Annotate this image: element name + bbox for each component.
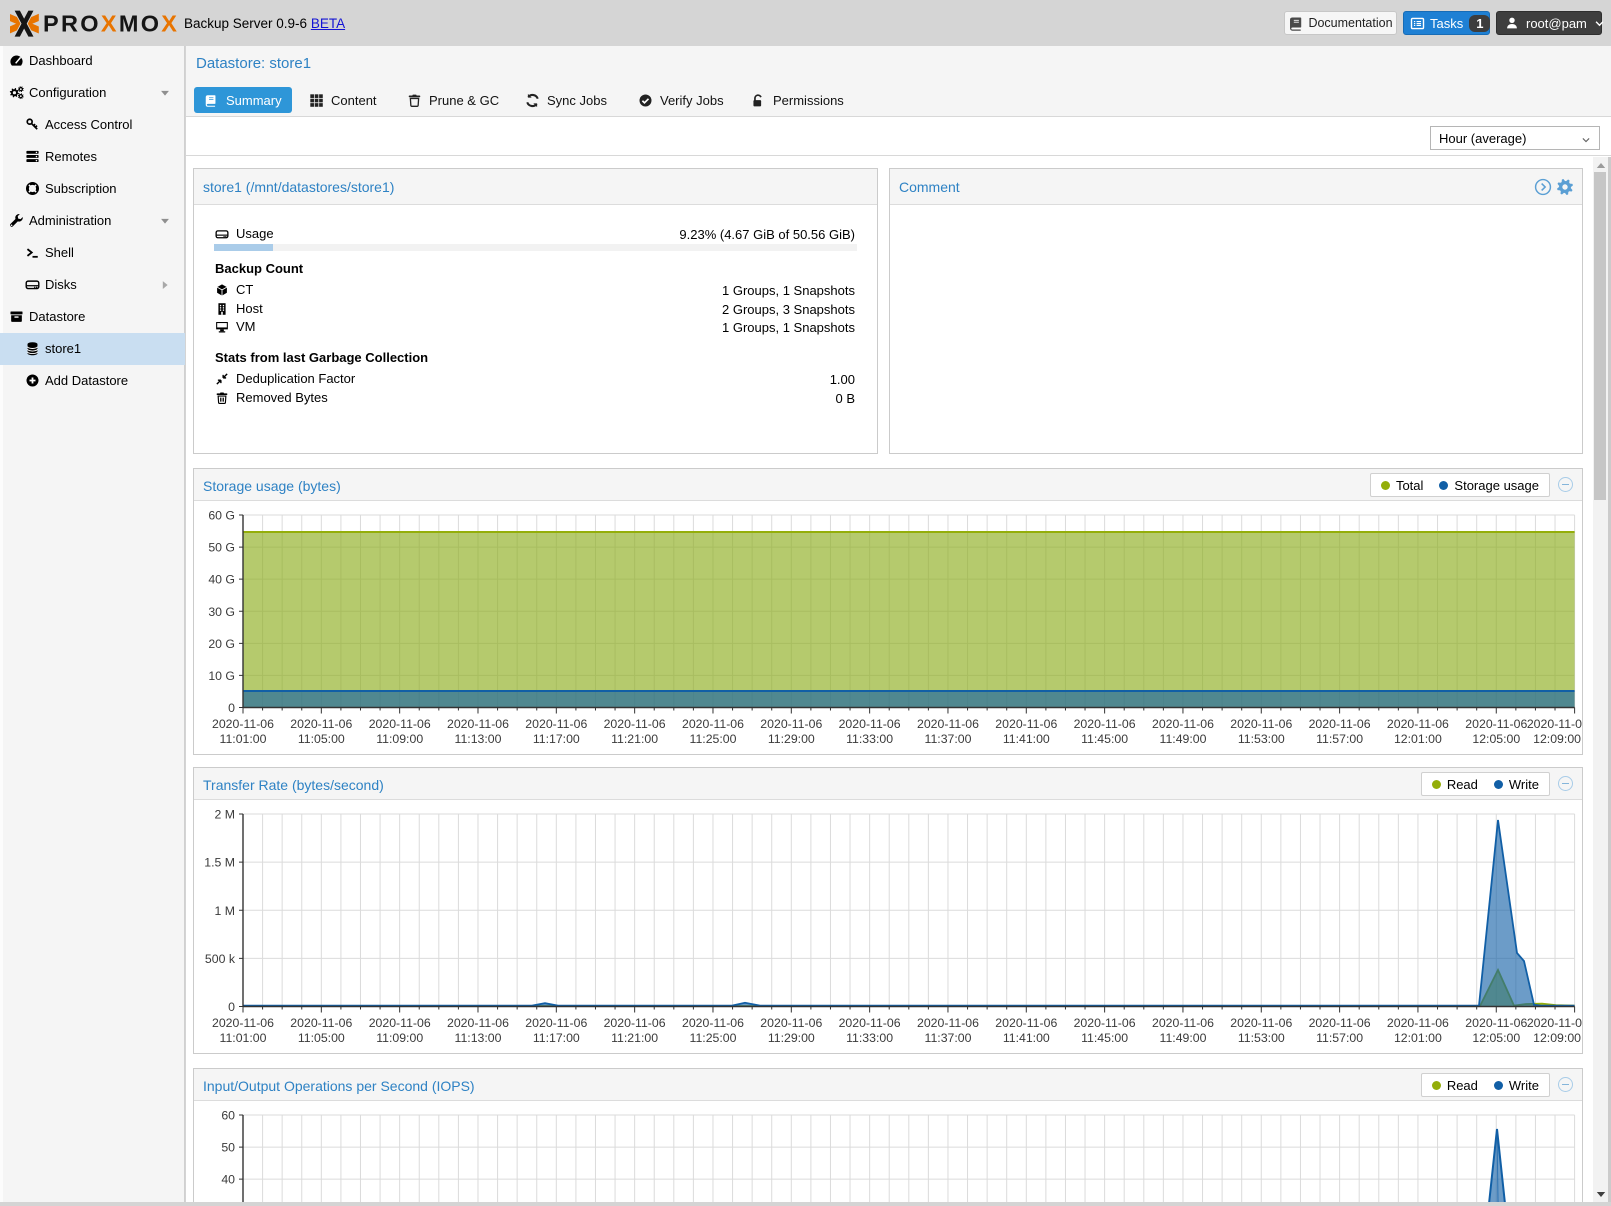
svg-text:2020-11-06: 2020-11-06 <box>1387 717 1449 731</box>
svg-text:2020-11-06: 2020-11-06 <box>447 717 509 731</box>
svg-text:11:37:00: 11:37:00 <box>925 1031 972 1045</box>
svg-text:11:25:00: 11:25:00 <box>690 1031 737 1045</box>
svg-text:2020-11-06: 2020-11-06 <box>1152 1016 1214 1030</box>
svg-text:11:13:00: 11:13:00 <box>455 1031 502 1045</box>
svg-text:2020-11-06: 2020-11-06 <box>1387 1016 1449 1030</box>
svg-text:50: 50 <box>221 1141 235 1155</box>
svg-text:11:25:00: 11:25:00 <box>690 732 737 746</box>
svg-text:11:45:00: 11:45:00 <box>1081 1031 1128 1045</box>
svg-text:2020-11-06: 2020-11-06 <box>1152 717 1214 731</box>
svg-text:2020-11-06: 2020-11-06 <box>212 1016 274 1030</box>
svg-text:11:29:00: 11:29:00 <box>768 732 815 746</box>
svg-text:11:13:00: 11:13:00 <box>455 732 502 746</box>
svg-text:2020-11-06: 2020-11-06 <box>290 1016 352 1030</box>
svg-text:11:49:00: 11:49:00 <box>1160 732 1207 746</box>
svg-text:1.5 M: 1.5 M <box>204 856 235 870</box>
svg-text:2020-11-06: 2020-11-06 <box>995 1016 1057 1030</box>
svg-text:11:05:00: 11:05:00 <box>298 1031 345 1045</box>
svg-text:2020-11-06: 2020-11-06 <box>1465 1016 1527 1030</box>
svg-text:2020-11-0: 2020-11-0 <box>1527 717 1582 731</box>
svg-text:40: 40 <box>221 1173 235 1187</box>
svg-text:2020-11-06: 2020-11-06 <box>839 717 901 731</box>
svg-text:11:01:00: 11:01:00 <box>220 1031 267 1045</box>
svg-text:PROXMOX: PROXMOX <box>43 11 179 37</box>
svg-text:2020-11-06: 2020-11-06 <box>1309 1016 1371 1030</box>
svg-text:11:33:00: 11:33:00 <box>846 732 893 746</box>
svg-text:2020-11-06: 2020-11-06 <box>995 717 1057 731</box>
svg-text:60 G: 60 G <box>208 509 235 523</box>
svg-text:11:09:00: 11:09:00 <box>376 732 423 746</box>
svg-text:11:17:00: 11:17:00 <box>533 732 580 746</box>
svg-text:2020-11-06: 2020-11-06 <box>290 717 352 731</box>
svg-text:2020-11-0: 2020-11-0 <box>1527 1016 1582 1030</box>
svg-text:2020-11-06: 2020-11-06 <box>1465 717 1527 731</box>
svg-text:2020-11-06: 2020-11-06 <box>604 717 666 731</box>
svg-text:2020-11-06: 2020-11-06 <box>682 1016 744 1030</box>
svg-text:2020-11-06: 2020-11-06 <box>917 1016 979 1030</box>
svg-text:11:41:00: 11:41:00 <box>1003 1031 1050 1045</box>
svg-text:2020-11-06: 2020-11-06 <box>212 717 274 731</box>
svg-text:2020-11-06: 2020-11-06 <box>525 717 587 731</box>
svg-text:11:21:00: 11:21:00 <box>611 732 658 746</box>
svg-text:2020-11-06: 2020-11-06 <box>1230 717 1292 731</box>
svg-text:0: 0 <box>228 701 235 715</box>
svg-text:2020-11-06: 2020-11-06 <box>369 1016 431 1030</box>
svg-text:2020-11-06: 2020-11-06 <box>1309 717 1371 731</box>
svg-text:11:21:00: 11:21:00 <box>611 1031 658 1045</box>
svg-text:12:05:00: 12:05:00 <box>1472 1031 1520 1045</box>
svg-text:2020-11-06: 2020-11-06 <box>760 1016 822 1030</box>
svg-text:2020-11-06: 2020-11-06 <box>760 717 822 731</box>
svg-text:2020-11-06: 2020-11-06 <box>525 1016 587 1030</box>
svg-text:11:49:00: 11:49:00 <box>1160 1031 1207 1045</box>
svg-text:11:45:00: 11:45:00 <box>1081 732 1128 746</box>
svg-text:2020-11-06: 2020-11-06 <box>839 1016 901 1030</box>
svg-text:11:53:00: 11:53:00 <box>1238 732 1285 746</box>
svg-text:11:05:00: 11:05:00 <box>298 732 345 746</box>
svg-text:2020-11-06: 2020-11-06 <box>369 717 431 731</box>
svg-text:12:01:00: 12:01:00 <box>1394 732 1442 746</box>
svg-text:2020-11-06: 2020-11-06 <box>917 717 979 731</box>
svg-text:2020-11-06: 2020-11-06 <box>682 717 744 731</box>
svg-text:20 G: 20 G <box>208 637 235 651</box>
svg-text:50 G: 50 G <box>208 541 235 555</box>
svg-text:11:01:00: 11:01:00 <box>220 732 267 746</box>
svg-text:1 M: 1 M <box>215 904 236 918</box>
svg-text:2020-11-06: 2020-11-06 <box>1074 717 1136 731</box>
svg-text:40 G: 40 G <box>208 573 235 587</box>
svg-text:60: 60 <box>221 1109 235 1123</box>
svg-text:30 G: 30 G <box>208 605 235 619</box>
svg-text:12:05:00: 12:05:00 <box>1472 732 1520 746</box>
svg-text:10 G: 10 G <box>208 669 235 683</box>
svg-text:2020-11-06: 2020-11-06 <box>447 1016 509 1030</box>
svg-text:12:01:00: 12:01:00 <box>1394 1031 1442 1045</box>
svg-text:11:37:00: 11:37:00 <box>925 732 972 746</box>
svg-text:11:09:00: 11:09:00 <box>376 1031 423 1045</box>
svg-text:11:33:00: 11:33:00 <box>846 1031 893 1045</box>
svg-text:500 k: 500 k <box>205 952 236 966</box>
svg-text:2020-11-06: 2020-11-06 <box>1230 1016 1292 1030</box>
svg-text:2020-11-06: 2020-11-06 <box>604 1016 666 1030</box>
svg-text:2 M: 2 M <box>215 808 236 822</box>
svg-text:11:41:00: 11:41:00 <box>1003 732 1050 746</box>
svg-text:11:57:00: 11:57:00 <box>1316 1031 1363 1045</box>
svg-text:11:57:00: 11:57:00 <box>1316 732 1363 746</box>
svg-text:11:53:00: 11:53:00 <box>1238 1031 1285 1045</box>
svg-text:12:09:00: 12:09:00 <box>1533 1031 1581 1045</box>
svg-text:11:29:00: 11:29:00 <box>768 1031 815 1045</box>
svg-text:0: 0 <box>228 1000 235 1014</box>
svg-text:11:17:00: 11:17:00 <box>533 1031 580 1045</box>
svg-text:12:09:00: 12:09:00 <box>1533 732 1581 746</box>
svg-text:2020-11-06: 2020-11-06 <box>1074 1016 1136 1030</box>
